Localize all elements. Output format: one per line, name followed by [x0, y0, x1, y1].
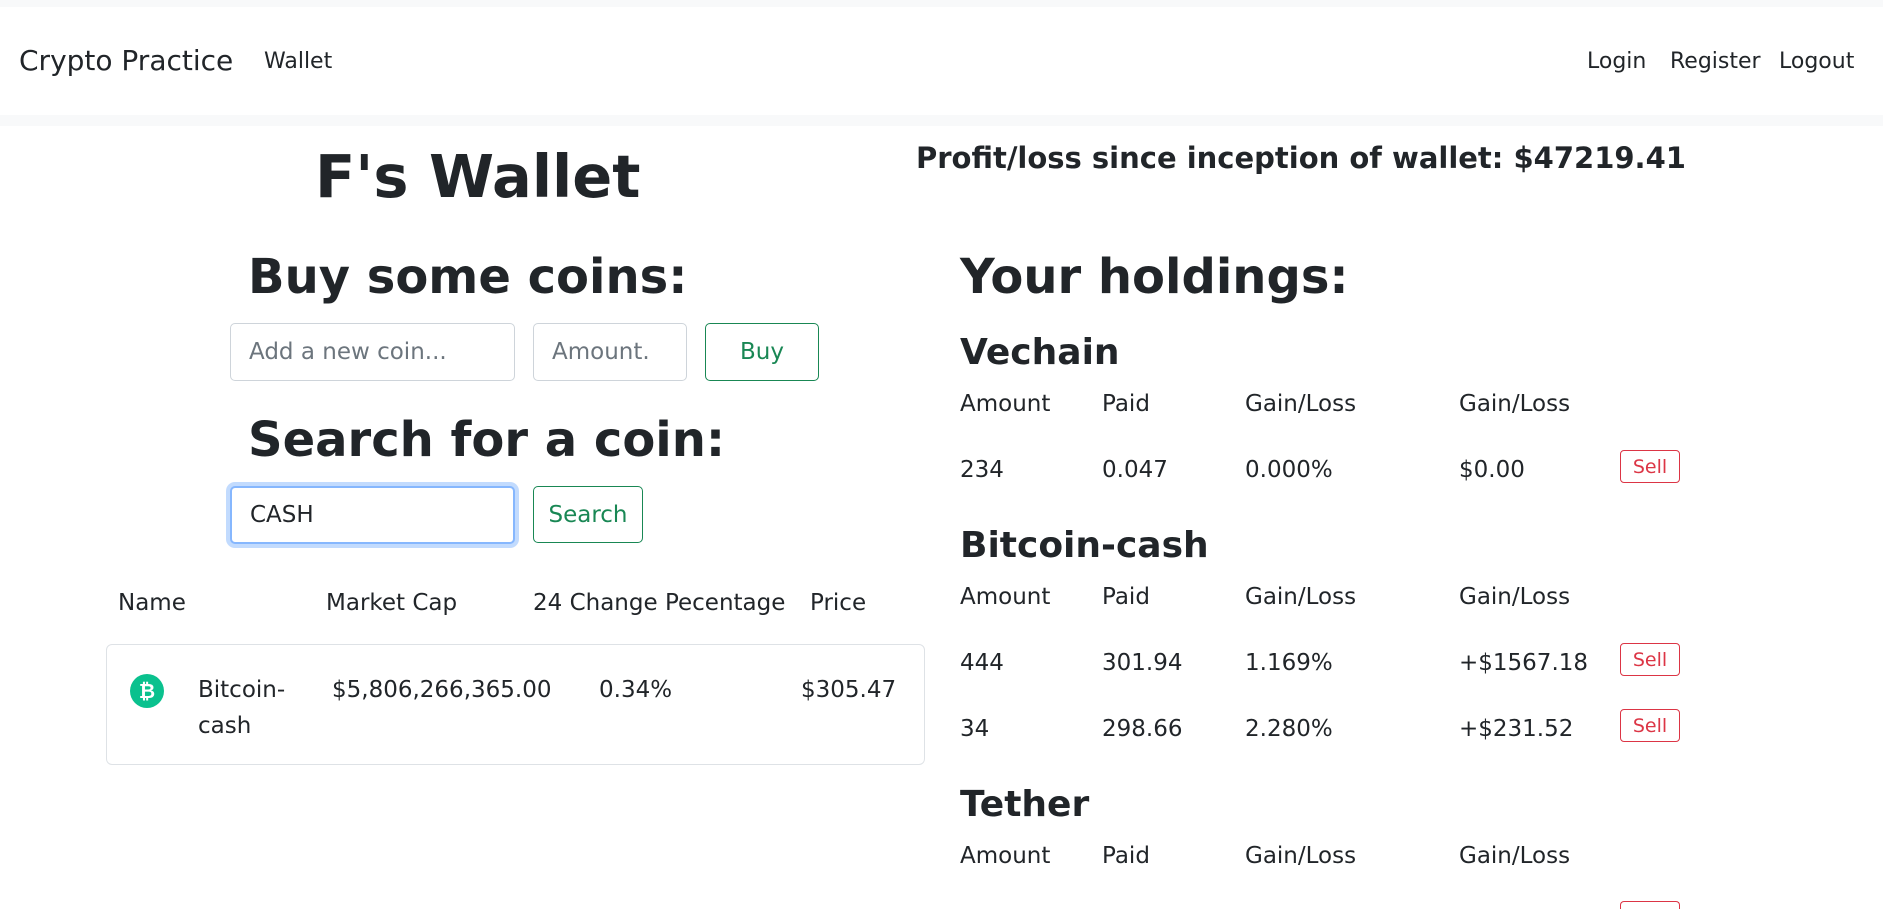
nav-wallet-link[interactable]: Wallet [264, 49, 332, 74]
profit-loss-summary: Profit/loss since inception of wallet: $… [916, 141, 1686, 175]
navbar-bottom-strip [0, 115, 1883, 126]
result-coin-name: Bitcoin-cash [198, 677, 286, 739]
holding-amount: 444 [960, 650, 1004, 676]
holding-col-amount: Amount [960, 584, 1051, 610]
result-market-cap: $5,806,266,365.00 [332, 677, 552, 703]
holding-paid: 0.047 [1102, 457, 1168, 483]
sell-button[interactable]: Sell [1620, 643, 1680, 676]
wallet-title: F's Wallet [315, 142, 641, 211]
holding-gain-pct: 2.280% [1245, 716, 1333, 742]
holding-col-gain-pct: Gain/Loss [1245, 391, 1357, 417]
buy-button[interactable]: Buy [705, 323, 819, 381]
holding-amount: 34 [960, 716, 990, 742]
svg-text:₿: ₿ [139, 679, 155, 703]
holding-gain-usd: +$1567.18 [1459, 650, 1589, 676]
holding-col-gain-usd: Gain/Loss [1459, 843, 1571, 869]
result-change: 0.34% [599, 677, 673, 703]
holding-coin-name: Tether [960, 784, 1090, 825]
holding-gain-pct: 1.169% [1245, 650, 1333, 676]
holding-col-gain-pct: Gain/Loss [1245, 584, 1357, 610]
holdings-heading: Your holdings: [960, 249, 1349, 305]
top-strip [0, 0, 1883, 7]
results-header-market-cap: Market Cap [326, 590, 458, 616]
holding-gain-pct: 0.000% [1245, 457, 1333, 483]
search-heading: Search for a coin: [248, 412, 726, 468]
results-header-price: Price [810, 590, 867, 616]
sell-button[interactable]: Sell [1620, 450, 1680, 483]
holding-col-paid: Paid [1102, 391, 1150, 417]
holding-col-gain-usd: Gain/Loss [1459, 584, 1571, 610]
results-header-name: Name [118, 590, 186, 616]
holding-gain-usd: +$231.52 [1459, 716, 1574, 742]
result-price: $305.47 [801, 677, 897, 703]
results-header-change: 24 Change Pecentage [533, 590, 786, 616]
bitcoin-cash-icon: ₿ [130, 674, 164, 708]
nav-logout-link[interactable]: Logout [1779, 49, 1854, 74]
holding-col-paid: Paid [1102, 843, 1150, 869]
navbar: Crypto Practice Wallet Login Register Lo… [0, 7, 1883, 115]
brand-link[interactable]: Crypto Practice [19, 44, 233, 77]
sell-button[interactable]: Sell [1620, 709, 1680, 742]
nav-login-link[interactable]: Login [1587, 49, 1646, 74]
holding-coin-name: Vechain [960, 332, 1120, 373]
holding-col-gain-pct: Gain/Loss [1245, 843, 1357, 869]
holding-paid: 298.66 [1102, 716, 1183, 742]
holding-col-paid: Paid [1102, 584, 1150, 610]
holding-col-amount: Amount [960, 843, 1051, 869]
amount-input[interactable] [533, 323, 687, 381]
holding-amount: 234 [960, 457, 1004, 483]
new-coin-input[interactable] [230, 323, 515, 381]
holding-paid: 301.94 [1102, 650, 1183, 676]
holding-col-gain-usd: Gain/Loss [1459, 391, 1571, 417]
sell-button[interactable] [1620, 901, 1680, 909]
search-button[interactable]: Search [533, 486, 643, 543]
nav-register-link[interactable]: Register [1670, 49, 1761, 74]
holding-gain-usd: $0.00 [1459, 457, 1525, 483]
buy-heading: Buy some coins: [248, 249, 688, 305]
search-input[interactable] [230, 486, 515, 544]
holding-col-amount: Amount [960, 391, 1051, 417]
holding-coin-name: Bitcoin-cash [960, 525, 1209, 566]
